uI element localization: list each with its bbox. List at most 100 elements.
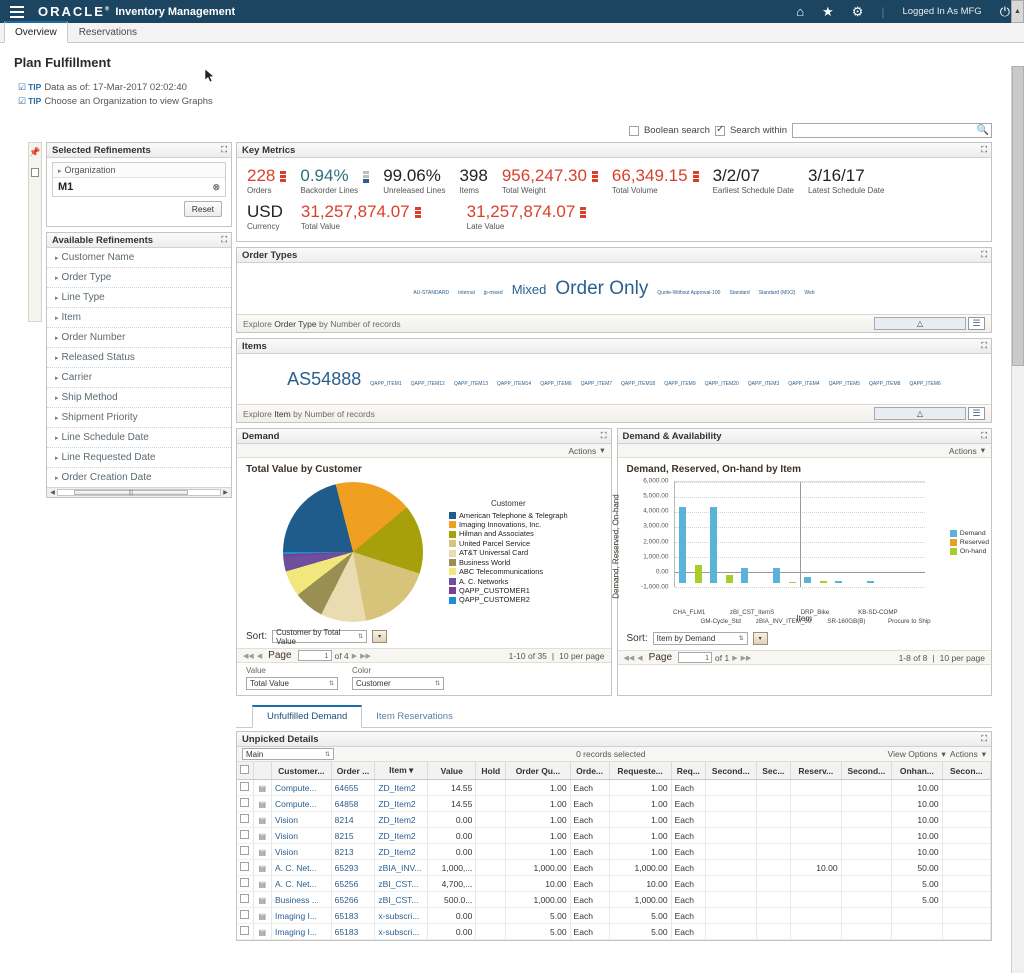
table-header-cell[interactable]: Order Qu... [505,762,571,780]
search-icon[interactable]: 🔍 [975,125,991,136]
row-checkbox[interactable] [240,878,250,887]
actions-chevron-icon[interactable]: ▾ [981,445,985,456]
bar-sort-direction-button[interactable]: ▾ [752,632,768,645]
bar-demand[interactable] [678,507,686,583]
tag-14[interactable]: QAPP_ITEM6 [909,382,940,387]
metric-items[interactable]: 398 Items [459,166,487,195]
table-header-select-all[interactable] [237,762,254,780]
expand-icon[interactable]: ⛶ [981,431,987,441]
row-select-cell[interactable] [237,795,254,812]
cell-customer[interactable]: Imaging I... [271,923,332,940]
row-checkbox[interactable] [240,782,250,791]
bar-group[interactable] [737,482,768,587]
metric-total-weight[interactable]: 956,247.30 Total Weight [502,166,598,195]
row-expand-icon[interactable]: ▤ [258,928,266,937]
cell-order[interactable]: 65183 [331,923,376,940]
prev-page-icon[interactable]: ◀ [257,652,262,660]
tag-2[interactable]: QAPP_ITEM12 [411,382,445,387]
tab-unfulfilled-demand[interactable]: Unfulfilled Demand [252,705,363,728]
bar-on-hand[interactable] [819,581,827,583]
pie-value-select[interactable]: Total Value ⇅ [246,677,338,690]
row-detail-cell[interactable]: ▤ [253,907,272,924]
page-vertical-scrollbar[interactable] [1011,66,1024,973]
tag-2[interactable]: jp-mixed [484,291,503,296]
cell-customer[interactable]: Imaging I... [271,907,332,924]
metric-latest-schedule-date[interactable]: 3/16/17 Latest Schedule Date [808,166,885,195]
home-icon[interactable]: ⌂ [796,5,804,18]
bar-group[interactable] [831,482,862,587]
actions-chevron-icon[interactable]: ▾ [600,445,604,456]
last-page-icon[interactable]: ▶▶ [360,652,371,660]
row-detail-cell[interactable]: ▤ [253,875,272,892]
row-select-cell[interactable] [237,907,254,924]
bar-on-hand[interactable] [725,574,733,583]
pin-icon[interactable]: 📌 [29,147,40,158]
per-page-label[interactable]: 10 per page [559,651,604,661]
view-options-label[interactable]: View Options [888,749,938,759]
pie-legend-item[interactable]: ABC Telecommunications [449,567,568,576]
bar-plot-region[interactable] [673,481,925,588]
expand-icon[interactable]: ⛶ [981,341,987,351]
tab-item-reservations[interactable]: Item Reservations [362,707,467,727]
table-row[interactable]: ▤ Vision 8214 ZD_Item2 0.00 1.00 Each 1.00 Each 1… [237,811,992,828]
cell-item[interactable]: ZD_Item2 [374,811,429,828]
row-detail-cell[interactable]: ▤ [253,811,272,828]
table-row[interactable]: ▤ A. C. Net... 65293 zBIA_INV... 1,000,... 1,… [237,859,992,876]
refinements-horizontal-scrollbar[interactable]: ◀ ||| ▶ [47,487,231,497]
expand-icon[interactable]: ⛶ [601,431,607,441]
refinement-item-line-requested-date[interactable]: ▸ Line Requested Date [47,448,231,468]
table-header-cell[interactable]: Secon... [942,762,992,780]
metric-backorder-lines[interactable]: 0.94% Backorder Lines [300,166,370,195]
bar-group[interactable] [894,482,925,587]
row-checkbox[interactable] [240,894,250,903]
pie-legend-item[interactable]: A. C. Networks [449,577,568,586]
table-row[interactable]: ▤ Vision 8215 ZD_Item2 0.00 1.00 Each 1.00 Each 1… [237,827,992,844]
row-checkbox[interactable] [240,862,250,871]
list-view-icon[interactable]: ☰ [968,317,985,330]
page-input[interactable]: 1 [297,650,332,661]
row-checkbox[interactable] [240,926,250,935]
cell-item[interactable]: x-subscri... [374,907,429,924]
row-detail-cell[interactable]: ▤ [253,891,272,908]
cell-item[interactable]: zBIA_INV... [374,859,429,876]
panel-toggle-icon[interactable] [31,168,39,177]
row-expand-icon[interactable]: ▤ [258,848,266,857]
tag-0[interactable]: AS54888 [287,370,361,388]
tag-6[interactable]: QAPP_ITEM7 [581,382,612,387]
tag-3[interactable]: Mixed [512,283,547,296]
table-header-cell[interactable]: Item ▾ [374,762,429,780]
table-row[interactable]: ▤ Imaging I... 65183 x-subscri... 0.00 5.00 Ea… [237,907,992,924]
cell-order[interactable]: 64858 [331,795,376,812]
tag-1[interactable]: QAPP_ITEM1 [370,382,401,387]
list-view-icon[interactable]: ☰ [968,407,985,420]
actions-chevron-icon[interactable]: ▾ [982,749,986,760]
refinement-item-order-creation-date[interactable]: ▸ Order Creation Date [47,468,231,487]
actions-label[interactable]: Actions [949,446,977,456]
favorites-star-icon[interactable]: ★ [822,5,834,18]
metric-unreleased-lines[interactable]: 99.06% Unreleased Lines [383,166,445,195]
cell-item[interactable]: zBI_CST... [374,891,429,908]
cell-item[interactable]: ZD_Item2 [374,843,429,860]
boolean-search-checkbox[interactable] [628,125,639,136]
cloud-view-icon[interactable]: △ [874,317,966,330]
cell-customer[interactable]: Compute... [271,779,332,796]
row-expand-icon[interactable]: ▤ [258,912,266,921]
scroll-right-icon[interactable]: ▶ [221,489,230,496]
pie-legend-item[interactable]: United Parcel Service [449,539,568,548]
tag-11[interactable]: QAPP_ITEM4 [788,382,819,387]
tag-13[interactable]: QAPP_ITEM8 [869,382,900,387]
table-header-cell[interactable]: Requeste... [609,762,672,780]
refinement-item-order-number[interactable]: ▸ Order Number [47,328,231,348]
table-header-cell[interactable]: Orde... [570,762,610,780]
prev-page-icon[interactable]: ◀ [637,654,642,662]
scroll-thumb[interactable]: ||| [74,490,188,496]
pie-color-select[interactable]: Customer ⇅ [352,677,444,690]
table-row[interactable]: ▤ Imaging I... 65183 x-subscri... 0.00 5.00 Ea… [237,923,992,940]
view-select[interactable]: Main ⇅ [242,748,334,760]
table-row[interactable]: ▤ A. C. Net... 65256 zBI_CST... 4,700,... 10.… [237,875,992,892]
bar-on-hand[interactable] [694,564,702,583]
view-options-chevron-icon[interactable]: ▾ [942,749,946,760]
reset-button[interactable]: Reset [183,201,222,217]
row-select-cell[interactable] [237,843,254,860]
expand-icon[interactable]: ⛶ [221,145,227,155]
